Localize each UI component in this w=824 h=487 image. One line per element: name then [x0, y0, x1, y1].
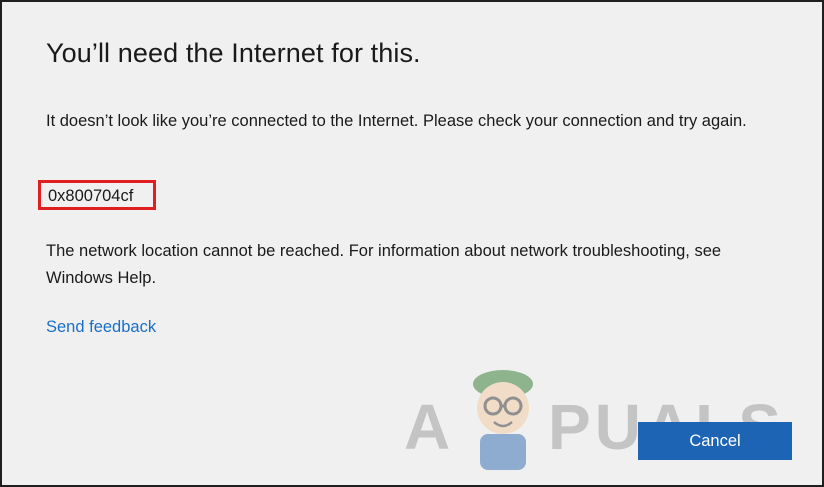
watermark-letter-a: A: [404, 391, 455, 463]
send-feedback-link[interactable]: Send feedback: [46, 318, 156, 337]
error-dialog: You’ll need the Internet for this. It do…: [0, 0, 824, 487]
mascot-icon: [473, 370, 533, 470]
error-code: 0x800704cf: [48, 187, 134, 205]
dialog-message: It doesn’t look like you’re connected to…: [46, 112, 747, 130]
dialog-title: You’ll need the Internet for this.: [46, 38, 421, 68]
error-detail: The network location cannot be reached. …: [46, 242, 722, 287]
cancel-button[interactable]: Cancel: [638, 422, 792, 460]
